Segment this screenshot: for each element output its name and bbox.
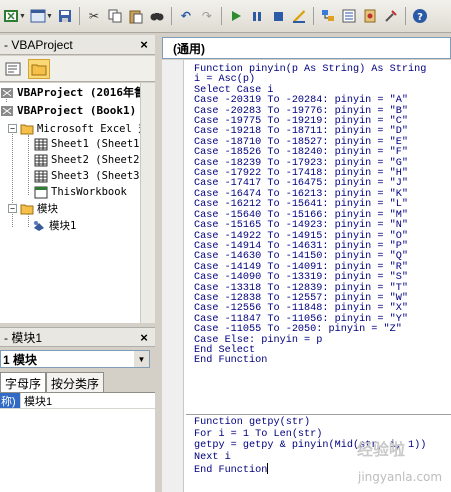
- tab-alphabetic[interactable]: 字母序: [0, 372, 47, 392]
- code-line[interactable]: Function getpy(str): [194, 417, 426, 429]
- property-value[interactable]: 模块1: [20, 393, 155, 408]
- redo-icon[interactable]: ↷: [198, 7, 216, 25]
- properties-object-combo[interactable]: 1 模块 ▼: [0, 350, 150, 368]
- tree-node-thisworkbook[interactable]: ThisWorkbook: [34, 184, 127, 200]
- properties-grid: 称) 模块1: [0, 392, 155, 492]
- tree-node-label: 模块1: [49, 219, 77, 232]
- tree-node-module1[interactable]: 模块1: [32, 217, 76, 233]
- worksheet-icon: [34, 138, 48, 151]
- collapse-toggle-icon[interactable]: −: [8, 123, 17, 133]
- toolbar-separator: [220, 7, 222, 25]
- toolbar-separator: [312, 7, 314, 25]
- close-properties-button[interactable]: ×: [136, 329, 152, 345]
- paste-icon[interactable]: [127, 7, 145, 25]
- procedure-separator: [186, 414, 451, 415]
- tree-node-sheet1[interactable]: Sheet1 (Sheet1): [34, 136, 140, 152]
- worksheet-icon: [34, 154, 48, 167]
- code-line[interactable]: Case -11055 To -2050: pinyin = "Z": [194, 324, 426, 335]
- tree-node-label: VBAProject (Book1): [17, 103, 137, 117]
- reset-icon[interactable]: [269, 7, 287, 25]
- properties-object-value: 1 模块: [3, 352, 38, 367]
- code-line[interactable]: Case -15165 To -14923: pinyin = "N": [194, 220, 426, 231]
- code-line[interactable]: End Function: [194, 355, 426, 366]
- toggle-folders-icon[interactable]: [28, 58, 50, 79]
- code-margin[interactable]: [162, 60, 184, 492]
- find-icon[interactable]: [148, 7, 166, 25]
- project-tree-scrollbar[interactable]: [140, 83, 155, 323]
- toolbar-separator: [78, 7, 80, 25]
- run-icon[interactable]: [227, 7, 245, 25]
- vba-project-icon: [0, 104, 14, 117]
- object-dropdown[interactable]: (通用): [162, 37, 451, 59]
- dropdown-caret-icon[interactable]: ▼: [46, 13, 53, 20]
- tree-node-sheet3[interactable]: Sheet3 (Sheet3): [34, 168, 140, 184]
- property-name: 称): [0, 393, 20, 408]
- worksheet-icon: [34, 170, 48, 183]
- tree-node-modules[interactable]: − 模块: [8, 200, 58, 216]
- tree-node-label: VBAProject (2016年鲁: [17, 86, 140, 99]
- tree-node-label: Sheet3 (Sheet3): [51, 170, 140, 182]
- tab-categorized[interactable]: 按分类序: [46, 372, 105, 392]
- tree-node-label: Microsoft Excel 对象: [37, 122, 140, 135]
- properties-window-icon[interactable]: [340, 7, 358, 25]
- collapse-toggle-icon[interactable]: −: [8, 203, 17, 213]
- properties-title: - 模块1: [4, 330, 43, 345]
- close-project-explorer-button[interactable]: ×: [136, 37, 152, 53]
- dropdown-caret-icon[interactable]: ▼: [19, 13, 26, 20]
- folder-open-icon: [20, 202, 34, 215]
- vba-project-icon: [0, 86, 14, 99]
- project-explorer-title: - VBAProject: [4, 37, 73, 52]
- tree-node-project-book1[interactable]: VBAProject (Book1): [0, 102, 136, 118]
- property-row-name[interactable]: 称) 模块1: [0, 393, 155, 409]
- break-icon[interactable]: [248, 7, 266, 25]
- view-excel-icon[interactable]: [2, 7, 20, 25]
- project-explorer-icon[interactable]: [319, 7, 337, 25]
- svg-text:?: ?: [417, 12, 423, 23]
- tree-node-label: ThisWorkbook: [51, 186, 127, 198]
- vbe-window: ▼ ▼ ✂ ↶ ↷ ? - VBAProject × VBAProject (2…: [0, 0, 451, 492]
- project-tree: VBAProject (2016年鲁 VBAProject (Book1) − …: [0, 83, 140, 323]
- toolbar-separator: [404, 7, 406, 25]
- chevron-down-icon[interactable]: ▼: [134, 351, 149, 367]
- object-browser-icon[interactable]: [361, 7, 379, 25]
- module-icon: [32, 219, 46, 232]
- project-explorer-toolbar: [0, 56, 155, 82]
- tree-node-sheet2[interactable]: Sheet2 (Sheet2): [34, 152, 140, 168]
- undo-icon[interactable]: ↶: [177, 7, 195, 25]
- insert-module-icon[interactable]: [29, 7, 47, 25]
- pane-splitter[interactable]: [155, 35, 160, 492]
- properties-titlebar: - 模块1 ×: [0, 327, 155, 347]
- text-cursor: [267, 463, 269, 475]
- code-function-pinyin[interactable]: Function pinyin(p As String) As String i …: [194, 64, 426, 367]
- watermark-logo: 经验啦: [357, 440, 406, 459]
- toolbox-icon[interactable]: [382, 7, 400, 25]
- project-explorer-titlebar: - VBAProject ×: [0, 35, 155, 55]
- workbook-icon: [34, 186, 48, 199]
- standard-toolbar: ▼ ▼ ✂ ↶ ↷ ?: [0, 0, 451, 33]
- tree-node-project-other[interactable]: VBAProject (2016年鲁: [0, 84, 140, 100]
- copy-icon[interactable]: [106, 7, 124, 25]
- tree-node-label: Sheet2 (Sheet2): [51, 154, 140, 166]
- save-icon[interactable]: [56, 7, 74, 25]
- code-line[interactable]: Case -14090 To -13319: pinyin = "S": [194, 272, 426, 283]
- tree-node-excel-objects[interactable]: − Microsoft Excel 对象: [8, 120, 140, 136]
- tree-node-label: Sheet1 (Sheet1): [51, 138, 140, 150]
- folder-open-icon: [20, 122, 34, 135]
- view-code-icon[interactable]: [2, 59, 24, 79]
- tree-node-label: 模块: [37, 202, 58, 215]
- toolbar-separator: [170, 7, 172, 25]
- help-icon[interactable]: ?: [411, 7, 429, 25]
- tree-connector: [28, 135, 29, 195]
- code-editor[interactable]: Function pinyin(p As String) As String i …: [162, 60, 451, 492]
- cut-icon[interactable]: ✂: [85, 7, 103, 25]
- properties-tabs: 字母序 按分类序: [0, 372, 155, 392]
- watermark-url: jingyanla.com: [358, 470, 443, 484]
- design-mode-icon[interactable]: [290, 7, 308, 25]
